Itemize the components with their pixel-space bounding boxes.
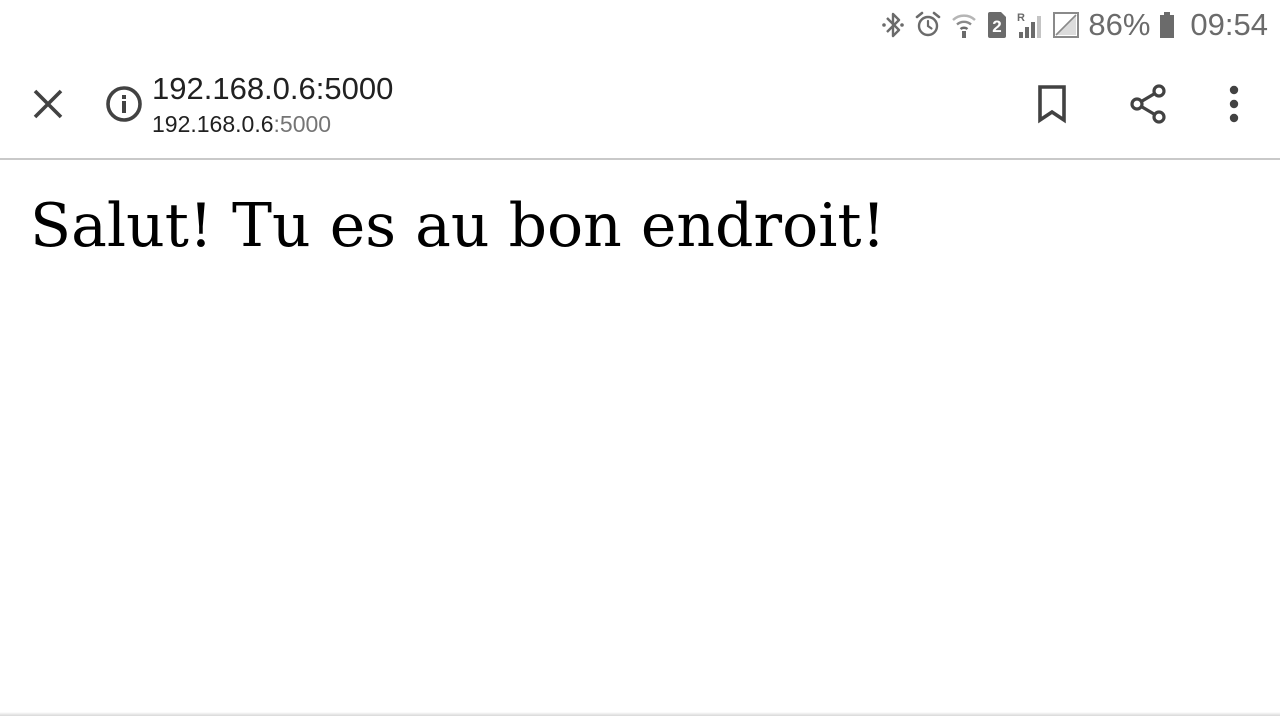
info-icon	[106, 86, 142, 122]
close-icon	[33, 89, 63, 119]
status-clock: 09:54	[1190, 7, 1268, 42]
custom-tab-toolbar: 192.168.0.6:5000 192.168.0.6:5000	[0, 50, 1280, 160]
browser-screen: 2 R 86% 09:54 192.168.0.6:5000 192.168.0…	[0, 0, 1280, 720]
bluetooth-icon	[880, 10, 906, 40]
status-bar: 2 R 86% 09:54	[0, 0, 1280, 50]
bookmark-icon	[1038, 85, 1066, 124]
alarm-icon	[914, 10, 942, 40]
site-info-button[interactable]	[92, 72, 156, 136]
web-page-content: Salut! Tu es au bon endroit!	[0, 160, 1280, 716]
roaming-label: R	[1017, 12, 1025, 24]
share-icon	[1130, 84, 1166, 124]
status-icons: 2 R 86% 09:54	[880, 6, 1268, 44]
page-title: 192.168.0.6:5000	[152, 71, 394, 106]
url-bar[interactable]: 192.168.0.6:5000 192.168.0.6:5000	[152, 70, 752, 140]
roaming-signal-icon: R	[1016, 10, 1044, 40]
battery-icon	[1158, 10, 1176, 40]
page-heading: Salut! Tu es au bon endroit!	[30, 191, 886, 261]
page-url: 192.168.0.6:5000	[152, 108, 752, 140]
sim-2-icon: 2	[986, 10, 1008, 40]
more-vert-icon	[1229, 85, 1239, 123]
no-signal-icon	[1052, 10, 1080, 40]
url-host: 192.168.0.6	[152, 111, 274, 137]
close-button[interactable]	[16, 72, 80, 136]
more-options-button[interactable]	[1202, 72, 1266, 136]
bottom-edge-shadow	[0, 712, 1280, 716]
bookmark-button[interactable]	[1020, 72, 1084, 136]
url-port: :5000	[273, 111, 332, 137]
wifi-icon	[950, 10, 978, 40]
sim-badge-label: 2	[993, 17, 1002, 36]
share-button[interactable]	[1116, 72, 1180, 136]
battery-percent: 86%	[1088, 7, 1151, 42]
